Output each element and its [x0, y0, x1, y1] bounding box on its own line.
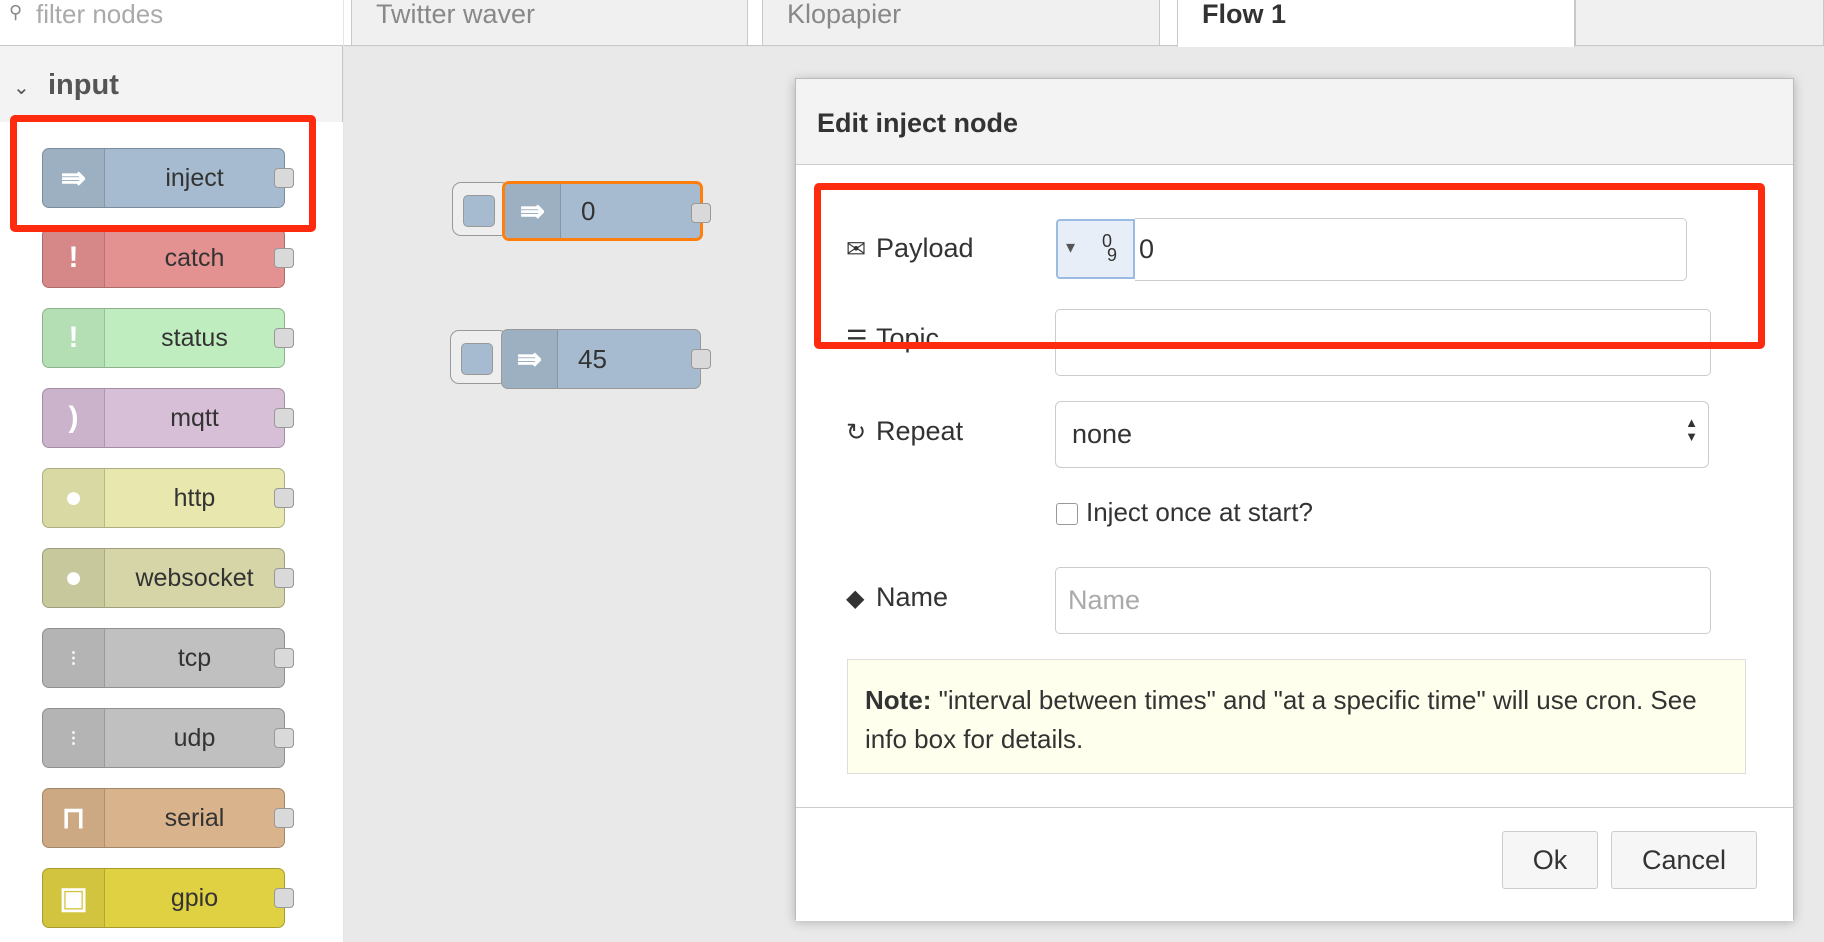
palette-node-label: inject	[165, 163, 224, 192]
ok-button[interactable]: Ok	[1502, 831, 1598, 889]
output-port[interactable]	[691, 203, 711, 223]
chevron-down-icon: ⌄	[13, 77, 30, 99]
cron-note: Note: "interval between times" and "at a…	[847, 659, 1746, 774]
palette-filter: ⚲	[0, 0, 343, 46]
tab-flow-1[interactable]: Flow 1	[1177, 0, 1575, 47]
palette-node-tcp[interactable]: ⋮ tcp	[42, 628, 294, 688]
output-port[interactable]	[274, 888, 294, 908]
arrow-in-icon: ⇛	[502, 330, 558, 388]
arrow-in-icon: ⇛	[43, 149, 105, 207]
payload-input[interactable]	[1135, 218, 1687, 281]
output-port[interactable]	[274, 568, 294, 588]
category-node-list: ⇛ inject ! catch ! status ) mqtt ● http …	[0, 122, 343, 942]
repeat-label: ↻ Repeat	[846, 416, 964, 446]
palette-node-label: mqtt	[170, 403, 219, 432]
flow-node-label: 0	[581, 195, 596, 226]
payload-type-selector[interactable]: ▾ 0 9	[1056, 219, 1135, 279]
output-port[interactable]	[274, 808, 294, 828]
alert-icon: !	[43, 229, 105, 287]
globe-icon: ●	[43, 469, 105, 527]
repeat-select[interactable]: none ▲ ▼	[1055, 401, 1709, 468]
output-port[interactable]	[691, 349, 711, 369]
output-port[interactable]	[274, 488, 294, 508]
flow-node-inject-45[interactable]: ⇛ 45	[501, 329, 711, 389]
topic-input[interactable]	[1055, 309, 1711, 376]
edit-inject-dialog: Edit inject node ✉Payload ▾ 0 9 ☰Topic ↻…	[795, 78, 1794, 921]
output-port[interactable]	[274, 168, 294, 188]
flow-node-label: 45	[578, 343, 607, 374]
payload-label: ✉ Payload	[846, 233, 974, 263]
bridge-dash-icon: ⋮	[43, 629, 105, 687]
palette-node-label: catch	[164, 243, 225, 272]
output-port[interactable]	[274, 248, 294, 268]
category-label: input	[48, 69, 119, 101]
palette-node-label: tcp	[177, 643, 212, 672]
note-title: Note:	[865, 685, 932, 715]
robot-icon: ▣	[43, 869, 105, 927]
caret-down-icon: ▾	[1066, 237, 1076, 257]
tab-klopapier[interactable]: Klopapier	[762, 0, 1160, 46]
category-header-input[interactable]: ⌄ input	[0, 63, 343, 119]
cancel-button[interactable]: Cancel	[1611, 831, 1757, 889]
tab-twitter-waver[interactable]: Twitter waver	[351, 0, 748, 46]
number-type-icon: 0 9	[1102, 231, 1118, 265]
palette-node-http[interactable]: ● http	[42, 468, 294, 528]
palette-node-label: serial	[164, 803, 225, 832]
palette-node-inject[interactable]: ⇛ inject	[42, 148, 294, 208]
palette-node-udp[interactable]: ⋮ udp	[42, 708, 294, 768]
name-input[interactable]	[1055, 567, 1711, 634]
output-port[interactable]	[274, 728, 294, 748]
filter-nodes-input[interactable]	[34, 0, 324, 28]
topic-label: ☰ Topic	[846, 323, 940, 353]
inject-trigger-button[interactable]	[450, 330, 508, 384]
globe-icon: ●	[43, 549, 105, 607]
dialog-footer: Ok Cancel	[796, 807, 1793, 921]
bridge-dash-icon: ⋮	[43, 709, 105, 767]
bridge-icon: )	[43, 389, 105, 447]
arrow-in-icon: ⇛	[505, 184, 561, 238]
tag-icon: ◆	[846, 585, 865, 612]
output-port[interactable]	[274, 648, 294, 668]
select-arrows-icon: ▲ ▼	[1685, 415, 1698, 444]
palette-node-gpio[interactable]: ▣ gpio	[42, 868, 294, 928]
palette-node-serial[interactable]: ⊓ serial	[42, 788, 294, 848]
palette-node-mqtt[interactable]: ) mqtt	[42, 388, 294, 448]
flow-node-inject-0[interactable]: ⇛ 0	[502, 181, 711, 241]
palette-node-status[interactable]: ! status	[42, 308, 294, 368]
palette-node-websocket[interactable]: ● websocket	[42, 548, 294, 608]
output-port[interactable]	[274, 408, 294, 428]
serial-icon: ⊓	[43, 789, 105, 847]
search-icon: ⚲	[9, 2, 23, 22]
name-label: ◆ Name	[846, 582, 949, 612]
inject-once-checkbox[interactable]	[1056, 503, 1078, 525]
palette-node-catch[interactable]: ! catch	[42, 228, 294, 288]
inject-once-label[interactable]: Inject once at start?	[1086, 497, 1313, 528]
flow-tabs: Twitter waver Klopapier Flow 1	[344, 0, 1824, 47]
dialog-title: Edit inject node	[796, 79, 1793, 165]
alert-icon: !	[43, 309, 105, 367]
palette-node-label: http	[173, 483, 216, 512]
list-icon: ☰	[846, 326, 868, 353]
refresh-icon: ↻	[846, 419, 867, 446]
envelope-icon: ✉	[846, 236, 867, 263]
note-text: "interval between times" and "at a speci…	[865, 685, 1697, 754]
palette-node-label: websocket	[135, 563, 254, 592]
palette-node-label: gpio	[170, 883, 219, 912]
palette-node-label: udp	[173, 723, 216, 752]
palette-node-label: status	[161, 323, 228, 352]
output-port[interactable]	[274, 328, 294, 348]
palette-sidebar: ⚲ ⌄ input ⇛ inject ! catch ! status ) mq…	[0, 0, 343, 942]
tab-empty	[1575, 0, 1824, 46]
